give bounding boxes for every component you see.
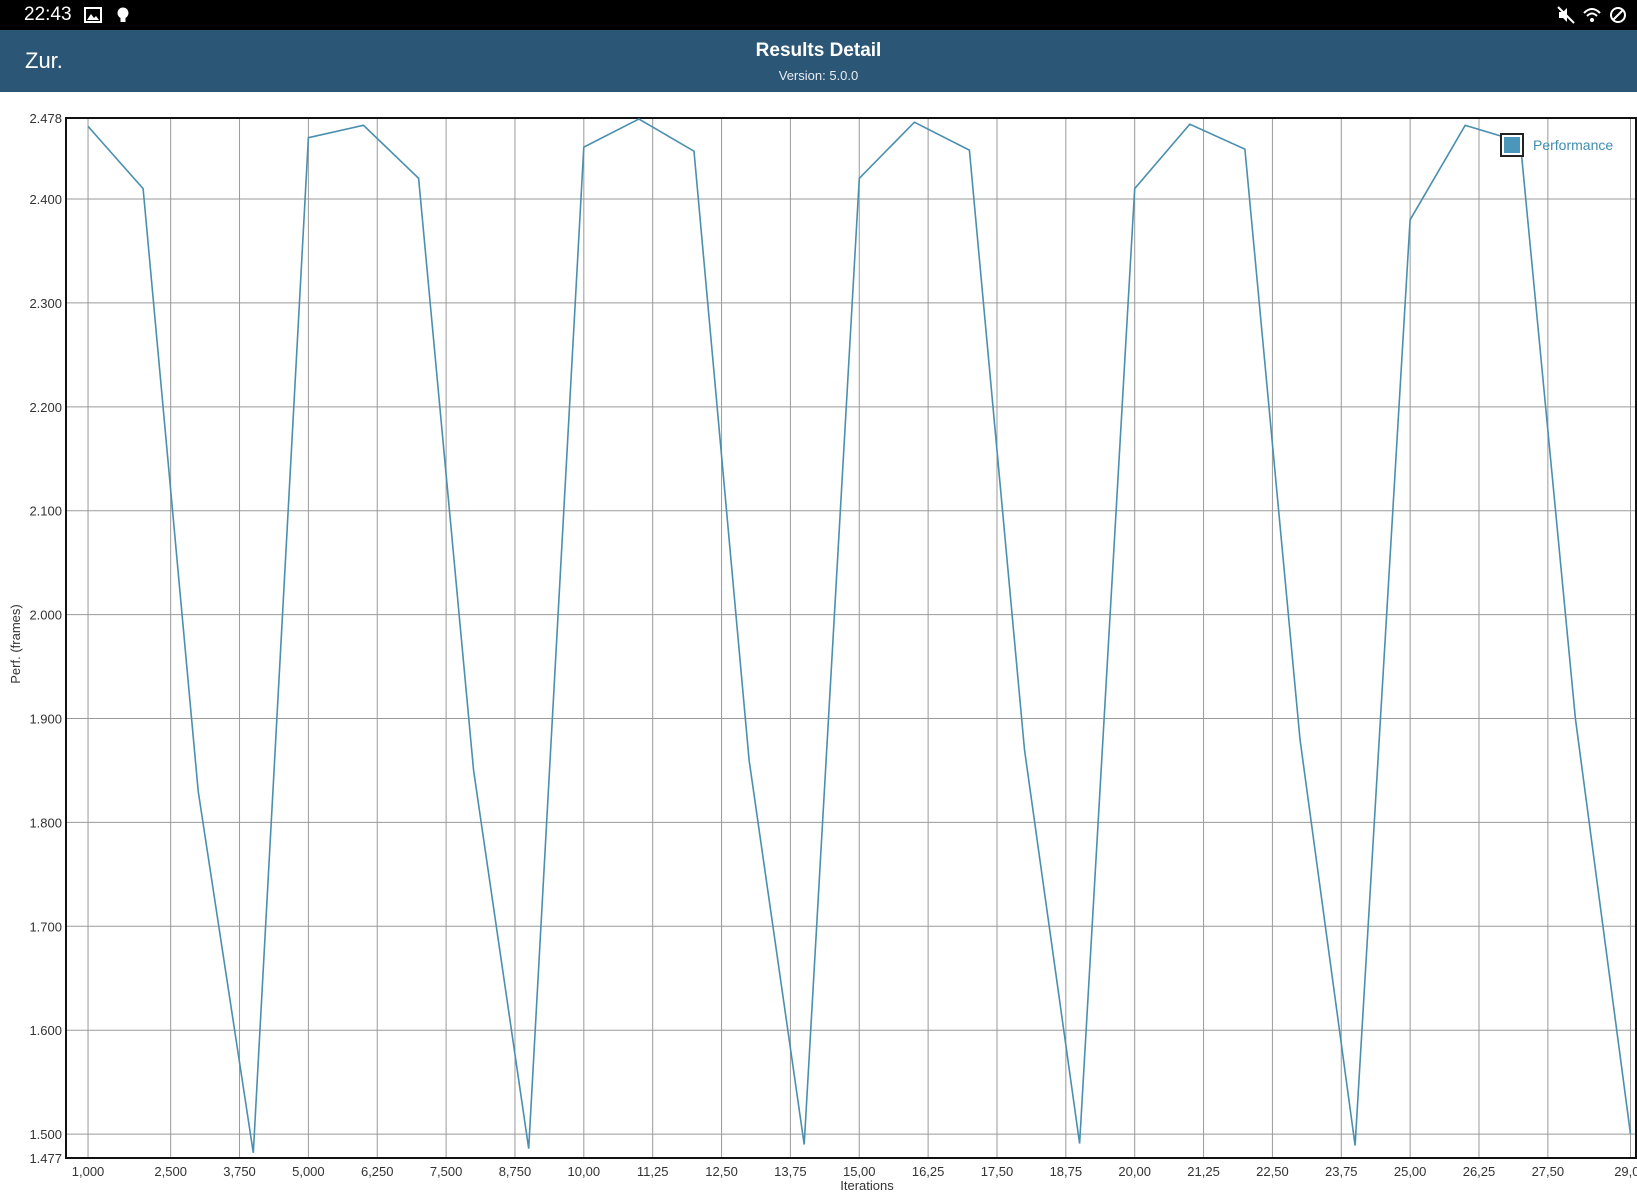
y-tick-label: 2.478 — [29, 111, 62, 126]
x-tick-label: 26,25 — [1463, 1164, 1496, 1179]
x-tick-label: 21,25 — [1187, 1164, 1220, 1179]
x-tick-label: 25,00 — [1394, 1164, 1427, 1179]
y-tick-label: 1.900 — [29, 712, 62, 727]
x-tick-label: 22,50 — [1256, 1164, 1289, 1179]
x-tick-label: 23,75 — [1325, 1164, 1358, 1179]
do-not-disturb-icon — [1610, 7, 1626, 23]
image-icon — [84, 7, 102, 23]
x-tick-label: 10,00 — [568, 1164, 601, 1179]
x-tick-label: 1,000 — [72, 1164, 105, 1179]
x-tick-label: 15,00 — [843, 1164, 876, 1179]
y-tick-label: 2.000 — [29, 608, 62, 623]
x-tick-label: 12,50 — [705, 1164, 738, 1179]
y-tick-label: 1.600 — [29, 1023, 62, 1038]
y-tick-label: 2.200 — [29, 400, 62, 415]
version-subtitle: Version: 5.0.0 — [778, 68, 859, 83]
status-time: 22:43 — [24, 4, 72, 25]
x-tick-label: 20,00 — [1118, 1164, 1151, 1179]
legend-swatch — [1500, 133, 1524, 157]
x-axis-label: Iterations — [840, 1178, 894, 1193]
y-tick-label: 2.400 — [29, 192, 62, 207]
x-tick-label: 27,50 — [1532, 1164, 1565, 1179]
bulb-icon — [117, 7, 129, 22]
legend-label: Performance — [1533, 137, 1614, 153]
x-tick-label: 16,25 — [912, 1164, 945, 1179]
x-tick-label: 3,750 — [223, 1164, 256, 1179]
x-tick-label: 8,750 — [499, 1164, 532, 1179]
x-tick-label: 13,75 — [774, 1164, 807, 1179]
x-tick-label: 2,500 — [154, 1164, 187, 1179]
y-tick-label: 1.700 — [29, 919, 62, 934]
x-tick-label: 11,25 — [637, 1164, 669, 1179]
y-tick-label: 1.800 — [29, 815, 62, 830]
x-tick-label: 18,75 — [1050, 1164, 1083, 1179]
status-bar: 22:43 — [0, 0, 1637, 30]
wifi-icon — [1583, 8, 1601, 22]
app-bar: Zur. Results Detail Version: 5.0.0 — [0, 30, 1637, 92]
x-tick-label: 5,000 — [292, 1164, 325, 1179]
y-tick-label: 2.300 — [29, 296, 62, 311]
performance-chart: 1.477 1.500 1.600 1.700 1.800 1.900 2.000 2.100… — [8, 111, 1637, 1193]
y-tick-label: 1.477 — [29, 1151, 62, 1166]
y-tick-label: 1.500 — [29, 1127, 62, 1142]
chart-legend: Performance — [1500, 133, 1613, 157]
page-title: Results Detail — [755, 40, 882, 61]
x-tick-label: 17,50 — [981, 1164, 1014, 1179]
mute-icon — [1557, 6, 1575, 24]
x-tick-label: 29,00 — [1614, 1164, 1637, 1179]
x-tick-label: 7,500 — [430, 1164, 463, 1179]
y-axis-label: Perf. (frames) — [8, 604, 23, 683]
y-tick-label: 2.100 — [29, 504, 62, 519]
x-tick-label: 6,250 — [361, 1164, 394, 1179]
